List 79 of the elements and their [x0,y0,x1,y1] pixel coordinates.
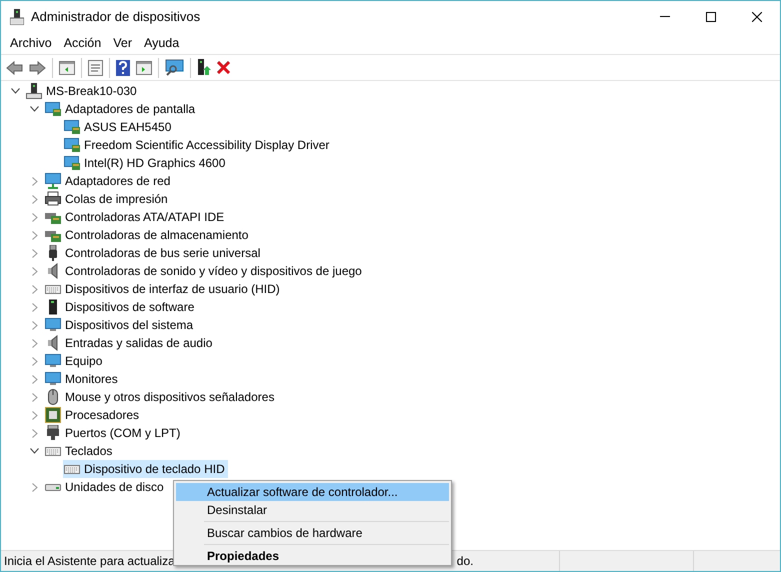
tree-item[interactable]: Procesadores [44,406,142,424]
tree-item[interactable]: Intel(R) HD Graphics 4600 [63,154,228,172]
tree-item[interactable]: Entradas y salidas de audio [44,334,216,352]
chevron-right-icon[interactable] [32,320,38,330]
printer-icon [45,191,61,207]
forward-arrow-icon[interactable] [29,60,46,74]
chevron-right-icon[interactable] [32,392,38,402]
chevron-right-icon[interactable] [32,374,38,384]
network-monitor-icon [45,173,61,189]
tree-item[interactable]: MS-Break10-030 [25,82,140,100]
tree-item[interactable]: Controladoras de bus serie universal [44,244,264,262]
processor-chip-icon [45,407,61,423]
menu-item[interactable]: Archivo [5,34,57,52]
display-adapter-icon [64,155,80,171]
chevron-right-icon[interactable] [32,248,38,258]
tree-item[interactable]: Dispositivos de interfaz de usuario (HID) [44,280,283,298]
tree-item[interactable]: Dispositivos del sistema [44,316,196,334]
chevron-right-icon[interactable] [32,212,38,222]
tree-item[interactable]: Dispositivos de software [44,298,198,316]
menu-item[interactable]: Ver [108,34,137,52]
chevron-right-icon[interactable] [32,194,38,204]
chevron-down-icon[interactable] [30,106,39,112]
tree-item[interactable]: Controladoras de almacenamiento [44,226,252,244]
computer-icon [26,83,42,99]
tree-item[interactable]: Controladoras de sonido y vídeo y dispositivos de juego [44,262,365,280]
monitor-search-icon[interactable] [165,59,184,76]
context-menu-item[interactable]: Buscar cambios de hardware [176,524,449,542]
chevron-right-icon[interactable] [32,230,38,240]
back-arrow-icon[interactable] [6,60,23,74]
tree-item[interactable]: Equipo [44,352,106,370]
tree-item[interactable]: ASUS EAH5450 [63,118,174,136]
context-menu-item[interactable]: Propiedades [176,547,449,565]
context-menu-item[interactable]: Desinstalar [176,501,449,519]
menu-item[interactable]: Acción [58,34,106,52]
status-text: do. [456,553,474,570]
properties-sheet-icon[interactable] [88,60,103,76]
tree-item[interactable]: Dispositivo de teclado HID [63,460,228,478]
device-manager-icon [10,8,24,24]
window-panel-icon[interactable] [136,60,152,74]
chevron-down-icon[interactable] [30,448,39,454]
maximize-icon [706,12,716,22]
display-adapter-icon [64,119,80,135]
monitor-icon [45,317,61,333]
device-update-icon[interactable] [197,59,211,76]
status-text: Inicia el Asistente para actualiza [4,553,175,570]
chevron-right-icon[interactable] [32,284,38,294]
chevron-right-icon[interactable] [32,410,38,420]
display-adapter-icon [45,101,61,117]
context-menu-item[interactable]: Actualizar software de controlador... [176,483,449,501]
tree-item[interactable]: Adaptadores de red [44,172,174,190]
display-adapter-icon [64,137,80,153]
close-icon [752,12,762,22]
chevron-right-icon[interactable] [32,428,38,438]
chevron-right-icon[interactable] [32,176,38,186]
chevron-right-icon[interactable] [32,482,38,492]
tree-item[interactable]: Teclados [44,442,116,460]
menu-item[interactable]: Ayuda [138,34,184,52]
chevron-right-icon[interactable] [32,302,38,312]
tree-item[interactable]: Unidades de disco [44,478,167,496]
tree-item[interactable]: Freedom Scientific Accessibility Display Driver [63,136,332,154]
chevron-right-icon[interactable] [32,338,38,348]
chevron-right-icon[interactable] [32,266,38,276]
tree-item[interactable]: Adaptadores de pantalla [44,100,198,118]
minimize-icon [660,16,670,17]
help-icon[interactable] [116,60,130,76]
chevron-down-icon[interactable] [11,88,20,94]
mouse-icon [45,389,61,405]
tree-item[interactable]: Colas de impresión [44,190,171,208]
monitor-icon [45,371,61,387]
tree-item[interactable]: Monitores [44,370,121,388]
tree-item[interactable]: Mouse y otros dispositivos señaladores [44,388,278,406]
cross-icon[interactable] [217,61,230,74]
window-title: Administrador de dispositivos [31,8,200,26]
chevron-right-icon[interactable] [32,356,38,366]
port-connector-icon [45,425,61,441]
window-panel-icon[interactable] [59,60,75,74]
tree-item[interactable]: Puertos (COM y LPT) [44,424,184,442]
monitor-icon [45,353,61,369]
tree-item[interactable]: Controladoras ATA/ATAPI IDE [44,208,228,226]
